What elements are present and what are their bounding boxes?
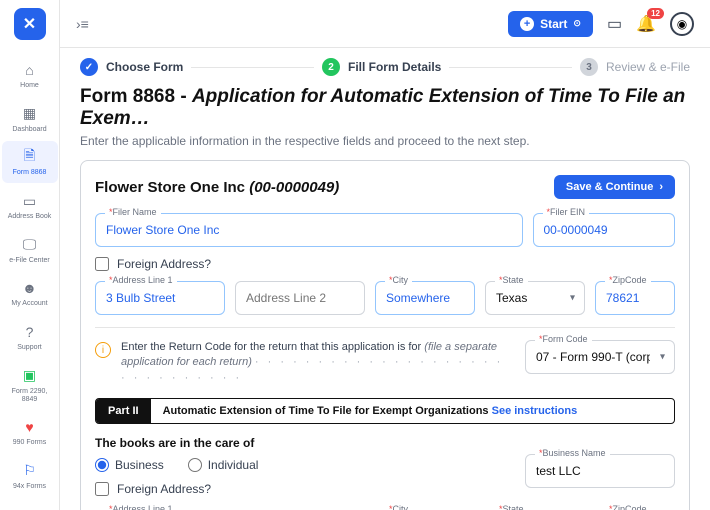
nav-address-book[interactable]: ▭ Address Book <box>2 185 58 227</box>
monitor-icon: 🖵 <box>20 235 40 255</box>
user-icon: ☻ <box>20 278 40 298</box>
start-label: Start <box>540 17 567 31</box>
nav-support[interactable]: ? Support <box>2 316 58 358</box>
part-tag: Part II <box>96 399 151 423</box>
home-icon: ⌂ <box>20 60 40 80</box>
foreign-address2-checkbox[interactable] <box>95 482 109 496</box>
books-individual-radio[interactable]: Individual <box>188 458 259 472</box>
foreign-label: Foreign Address? <box>117 257 211 271</box>
support-icon: ? <box>20 322 40 342</box>
filer-ein-label: *Filer EIN <box>543 207 590 217</box>
step-label: Review & e-File <box>606 60 690 74</box>
step-divider <box>449 67 572 68</box>
form-code-select[interactable]: 07 - Form 990-T (corp <box>525 340 675 374</box>
chevron-right-icon: › <box>659 181 663 193</box>
nav-label: My Account <box>11 300 47 308</box>
nav-label: Form 8868 <box>13 169 47 177</box>
step-choose-form[interactable]: ✓ Choose Form <box>80 58 183 76</box>
state-select[interactable]: Texas <box>485 281 585 315</box>
filer-ein-input[interactable] <box>533 213 676 247</box>
nav-label: 94x Forms <box>13 483 46 491</box>
form-icon: 🗎 <box>20 147 40 167</box>
nav-label: e-File Center <box>9 257 49 265</box>
address-line1-input[interactable] <box>95 281 225 315</box>
step-label: Choose Form <box>106 60 183 74</box>
state-label: *State <box>495 275 528 285</box>
page-subtitle: Enter the applicable information in the … <box>80 134 690 148</box>
filer-name-label: *Filer Name <box>105 207 161 217</box>
addr1b-label: *Address Line 1 <box>105 504 177 510</box>
id-card-icon[interactable]: ▭ <box>607 14 622 34</box>
nav-label: 990 Forms <box>13 439 46 447</box>
check-icon: ✓ <box>80 58 98 76</box>
plus-icon: + <box>520 17 534 31</box>
app-logo[interactable]: ✕ <box>14 8 46 40</box>
nav-label: Dashboard <box>12 126 46 134</box>
part-header: Part II Automatic Extension of Time To F… <box>95 398 675 424</box>
info-icon: i <box>95 342 111 358</box>
nav-label: Address Book <box>8 213 52 221</box>
dashboard-icon: ▦ <box>20 104 40 124</box>
radio-label: Business <box>115 458 164 472</box>
foreign-address-checkbox-row[interactable]: Foreign Address? <box>95 257 675 271</box>
people-icon: ⚐ <box>20 461 40 481</box>
page-title: Form 8868 - Application for Automatic Ex… <box>80 86 690 130</box>
nav-label: Home <box>20 82 39 90</box>
foreign-address2-checkbox-row[interactable]: Foreign Address? <box>95 482 515 496</box>
zipb-label: *ZipCode <box>605 504 651 510</box>
books-business-radio[interactable]: Business <box>95 458 164 472</box>
part-desc: Automatic Extension of Time To File for … <box>151 399 590 423</box>
nav-94x-forms[interactable]: ⚐ 94x Forms <box>2 455 58 497</box>
see-instructions-link[interactable]: See instructions <box>492 405 578 417</box>
city-label: *City <box>385 275 412 285</box>
nav-efile-center[interactable]: 🖵 e-File Center <box>2 229 58 271</box>
nav-990-forms[interactable]: ♥ 990 Forms <box>2 411 58 453</box>
nav-label: Form 2290, 8849 <box>4 388 56 403</box>
heart-icon: ♥ <box>20 417 40 437</box>
bell-icon[interactable]: 🔔12 <box>636 14 656 34</box>
zipcode-input[interactable] <box>595 281 675 315</box>
nav-home[interactable]: ⌂ Home <box>2 54 58 96</box>
save-continue-button[interactable]: Save & Continue › <box>554 175 675 199</box>
sidebar-toggle-icon[interactable]: ›≡ <box>76 16 89 32</box>
address-line2-input[interactable] <box>235 281 365 315</box>
chevron-down-icon: ⊙ <box>573 18 581 29</box>
step-review[interactable]: 3 Review & e-File <box>580 58 690 76</box>
org-heading: Flower Store One Inc (00-0000049) <box>95 179 339 196</box>
step-divider <box>191 67 314 68</box>
nav-dashboard[interactable]: ▦ Dashboard <box>2 98 58 140</box>
nav-form-8868[interactable]: 🗎 Form 8868 <box>2 141 58 183</box>
zip-label: *ZipCode <box>605 275 651 285</box>
truck-icon: ▣ <box>20 366 40 386</box>
nav-my-account[interactable]: ☻ My Account <box>2 272 58 314</box>
user-icon: ◉ <box>677 17 687 31</box>
book-icon: ▭ <box>20 191 40 211</box>
start-button[interactable]: + Start ⊙ <box>508 11 593 37</box>
books-title: The books are in the care of <box>95 436 515 450</box>
form-code-label: *Form Code <box>535 334 592 344</box>
nav-label: Support <box>17 344 42 352</box>
business-name-label: *Business Name <box>535 448 610 458</box>
divider <box>95 327 675 328</box>
save-label: Save & Continue <box>566 181 653 193</box>
step-label: Fill Form Details <box>348 60 441 74</box>
cityb-label: *City <box>385 504 412 510</box>
step-number: 3 <box>580 58 598 76</box>
stateb-label: *State <box>495 504 528 510</box>
addr1-label: *Address Line 1 <box>105 275 177 285</box>
nav-form-2290[interactable]: ▣ Form 2290, 8849 <box>2 360 58 409</box>
city-input[interactable] <box>375 281 475 315</box>
foreign-label: Foreign Address? <box>117 482 211 496</box>
business-name-input[interactable] <box>525 454 675 488</box>
user-avatar[interactable]: ◉ <box>670 12 694 36</box>
step-number: 2 <box>322 58 340 76</box>
foreign-address-checkbox[interactable] <box>95 257 109 271</box>
step-fill-form[interactable]: 2 Fill Form Details <box>322 58 441 76</box>
filer-name-input[interactable] <box>95 213 523 247</box>
return-code-info: Enter the Return Code for the return tha… <box>121 340 515 386</box>
notification-badge: 12 <box>647 8 664 19</box>
radio-label: Individual <box>208 458 259 472</box>
